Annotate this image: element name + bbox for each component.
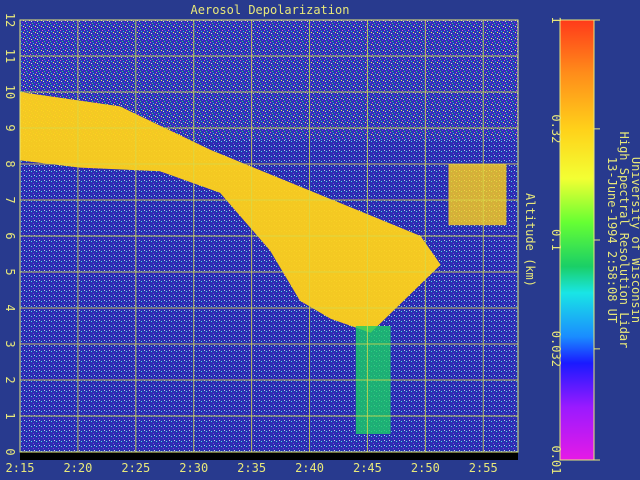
surface-band bbox=[20, 452, 518, 460]
x-tick-label: 2:35 bbox=[237, 461, 266, 475]
y-tick-label: 10 bbox=[3, 85, 17, 99]
y-tick-label: 6 bbox=[3, 232, 17, 239]
colorbar-scale bbox=[559, 19, 595, 461]
colorbar-tick-label: 0.32 bbox=[549, 114, 563, 143]
x-tick-label: 2:40 bbox=[295, 461, 324, 475]
colorbar: 1 0.32 0.1 0.032 0.01 bbox=[549, 16, 600, 474]
x-tick-label: 2:55 bbox=[469, 461, 498, 475]
plot-area bbox=[19, 19, 519, 460]
colorbar-tick-label: 0.1 bbox=[549, 229, 563, 251]
y-axis: 0123456789101112 bbox=[3, 13, 17, 456]
x-tick-label: 2:25 bbox=[121, 461, 150, 475]
y-tick-label: 12 bbox=[3, 13, 17, 27]
x-tick-label: 2:50 bbox=[411, 461, 440, 475]
chart-title: Aerosol Depolarization bbox=[191, 3, 350, 17]
y-tick-label: 7 bbox=[3, 196, 17, 203]
y-tick-label: 0 bbox=[3, 448, 17, 455]
y-tick-label: 4 bbox=[3, 304, 17, 311]
colorbar-tick-label: 0.032 bbox=[549, 331, 563, 367]
y-axis-label: Altitude (km) bbox=[523, 193, 537, 287]
x-tick-label: 2:45 bbox=[353, 461, 382, 475]
x-tick-label: 2:15 bbox=[6, 461, 35, 475]
x-tick-label: 2:30 bbox=[179, 461, 208, 475]
y-tick-label: 2 bbox=[3, 376, 17, 383]
x-tick-label: 2:20 bbox=[63, 461, 92, 475]
y-tick-label: 11 bbox=[3, 49, 17, 63]
depol-layer-cirrus-east bbox=[448, 164, 507, 226]
y-tick-label: 3 bbox=[3, 340, 17, 347]
y-tick-label: 9 bbox=[3, 124, 17, 131]
y-tick-label: 1 bbox=[3, 412, 17, 419]
y-tick-label: 5 bbox=[3, 268, 17, 275]
lidar-figure: Aerosol Depolarization 2:15 2:20 2:25 2:30 2… bbox=[3, 3, 640, 475]
y-tick-label: 8 bbox=[3, 160, 17, 167]
credit-block: University of Wisconsin High Spectral Re… bbox=[605, 132, 640, 349]
credit-line-3: 13-June-1994 2:58:08 UT bbox=[605, 157, 619, 323]
colorbar-tick-label: 0.01 bbox=[549, 446, 563, 475]
colorbar-tick-label: 1 bbox=[549, 16, 563, 23]
x-axis: 2:15 2:20 2:25 2:30 2:35 2:40 2:45 2:50 2:55 bbox=[6, 461, 498, 475]
